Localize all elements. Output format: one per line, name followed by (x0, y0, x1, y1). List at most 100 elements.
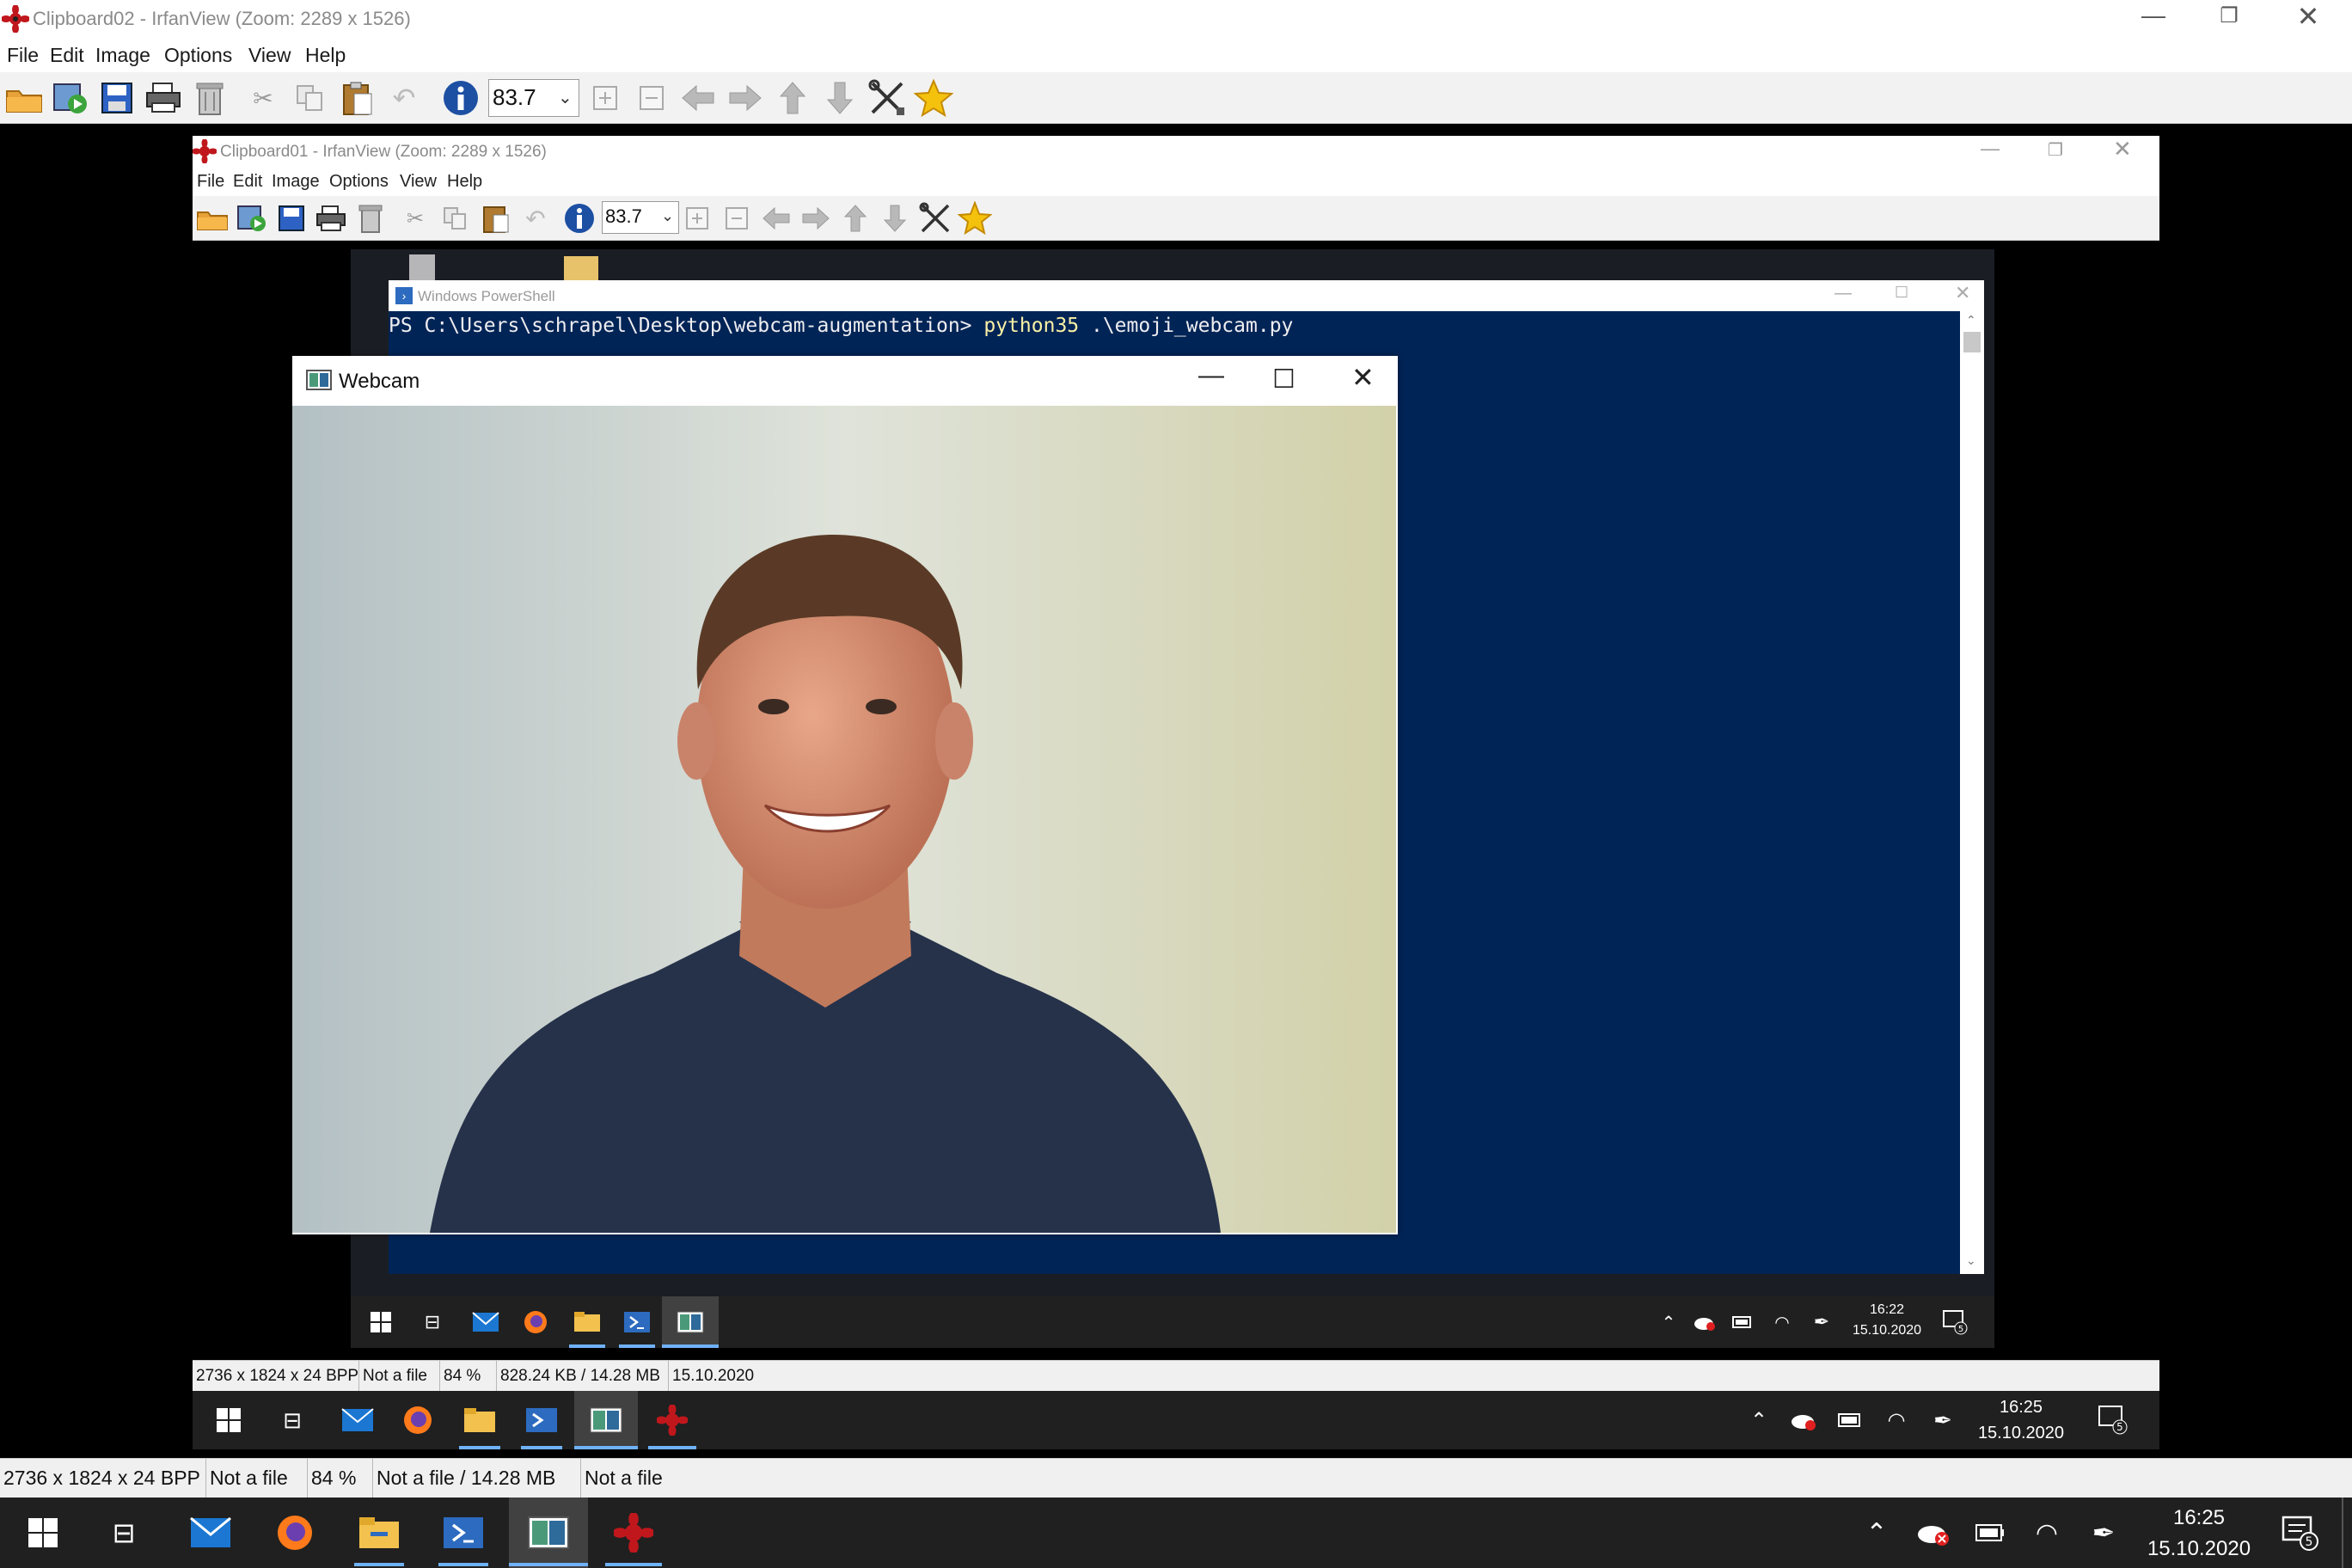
battery-icon[interactable] (1730, 1296, 1755, 1348)
menu-image[interactable]: Image (272, 172, 320, 192)
menu-view[interactable]: View (248, 44, 291, 67)
menu-edit[interactable]: Edit (50, 44, 84, 67)
menu-options[interactable]: Options (164, 44, 232, 67)
star-icon[interactable] (913, 77, 954, 119)
menu-help[interactable]: Help (305, 44, 346, 67)
powershell-taskbar-icon[interactable] (433, 1498, 493, 1568)
arrow-up-icon[interactable] (839, 201, 872, 236)
settings-tools-icon[interactable] (867, 77, 908, 119)
firefox-icon[interactable] (394, 1391, 442, 1449)
zoom-in-icon[interactable] (681, 201, 714, 236)
open-folder-icon[interactable] (194, 201, 230, 236)
arrow-left-icon[interactable] (679, 79, 717, 117)
zoom-in-icon[interactable] (586, 79, 624, 117)
undo-icon[interactable]: ↶ (385, 79, 423, 117)
print-icon[interactable] (143, 79, 184, 117)
irfanview-taskbar-icon[interactable] (600, 1498, 667, 1568)
mail-icon[interactable] (464, 1296, 507, 1348)
firefox-icon[interactable] (265, 1498, 325, 1568)
show-desktop-button[interactable] (2342, 1498, 2343, 1568)
irfanview-taskbar-icon[interactable] (645, 1391, 700, 1449)
chevron-up-icon[interactable]: ⌃ (1743, 1391, 1774, 1449)
pen-icon[interactable]: ✒ (2084, 1498, 2123, 1568)
battery-icon[interactable] (1834, 1391, 1865, 1449)
mail-icon[interactable] (181, 1498, 241, 1568)
arrow-right-icon[interactable] (726, 79, 764, 117)
open-folder-icon[interactable] (3, 79, 45, 117)
menu-view[interactable]: View (400, 172, 437, 192)
restore-button[interactable]: ❐ (2048, 139, 2063, 161)
pen-icon[interactable]: ✒ (1927, 1391, 1958, 1449)
zoom-combobox[interactable]: 83.7 ⌄ (488, 79, 579, 117)
save-icon[interactable] (96, 79, 138, 117)
webcam-taskbar-icon[interactable] (662, 1296, 719, 1348)
cut-icon[interactable]: ✂ (399, 201, 432, 236)
notifications-icon[interactable]: 5 (2275, 1498, 2326, 1568)
restore-button[interactable]: ❐ (2208, 3, 2251, 28)
star-icon[interactable] (956, 199, 994, 237)
menu-file[interactable]: File (7, 44, 39, 67)
onedrive-error-icon[interactable] (1788, 1391, 1819, 1449)
trash-icon[interactable] (189, 79, 230, 117)
file-explorer-icon[interactable] (349, 1498, 409, 1568)
chevron-up-icon[interactable]: ⌃ (1857, 1498, 1896, 1568)
info-icon[interactable] (440, 77, 481, 119)
minimize-button[interactable]: — (1198, 361, 1224, 390)
arrow-right-icon[interactable] (799, 201, 832, 236)
powershell-scrollbar[interactable]: ⌃ ⌄ (1960, 311, 1984, 1274)
zoom-out-icon[interactable] (633, 79, 671, 117)
taskbar-clock[interactable]: 16:25 15.10.2020 (1974, 1394, 2068, 1446)
arrow-down-icon[interactable] (879, 201, 911, 236)
webcam-taskbar-icon[interactable] (509, 1498, 588, 1568)
maximize-button[interactable]: ☐ (1272, 364, 1295, 395)
menu-options[interactable]: Options (329, 172, 389, 192)
menu-edit[interactable]: Edit (233, 172, 262, 192)
file-explorer-icon[interactable] (456, 1391, 504, 1449)
scrollbar-thumb[interactable] (1963, 332, 1981, 352)
maximize-button[interactable]: ☐ (1895, 284, 1908, 302)
chevron-up-icon[interactable]: ⌃ (1656, 1296, 1681, 1348)
arrow-up-icon[interactable] (774, 79, 812, 117)
minimize-button[interactable]: — (1834, 284, 1852, 303)
slideshow-icon[interactable] (234, 201, 270, 236)
powershell-taskbar-icon[interactable] (518, 1391, 566, 1449)
task-view-icon[interactable]: ⊟ (411, 1296, 454, 1348)
taskbar-clock[interactable]: 16:22 15.10.2020 (1848, 1300, 1926, 1341)
chevron-up-icon[interactable]: ⌃ (1966, 313, 1976, 328)
undo-icon[interactable]: ↶ (519, 201, 552, 236)
outer-titlebar[interactable]: Clipboard02 - IrfanView (Zoom: 2289 x 15… (0, 0, 2352, 40)
slideshow-icon[interactable] (50, 79, 91, 117)
minimize-button[interactable]: — (2132, 2, 2175, 29)
chevron-down-icon[interactable]: ⌄ (1966, 1253, 1976, 1268)
menu-file[interactable]: File (197, 172, 224, 192)
close-button[interactable]: ✕ (2287, 0, 2330, 33)
onedrive-error-icon[interactable] (1692, 1296, 1718, 1348)
minimize-button[interactable]: — (1981, 138, 2000, 160)
taskbar-clock[interactable]: 16:25 15.10.2020 (2139, 1503, 2259, 1565)
pen-icon[interactable]: ✒ (1809, 1296, 1834, 1348)
webcam-titlebar[interactable]: Webcam — ☐ ✕ (292, 356, 1398, 406)
arrow-down-icon[interactable] (821, 79, 859, 117)
windows-start-icon[interactable] (359, 1296, 402, 1348)
arrow-left-icon[interactable] (760, 201, 793, 236)
file-explorer-icon[interactable] (566, 1296, 609, 1348)
wifi-icon[interactable]: ◠ (2027, 1498, 2067, 1568)
trash-icon[interactable] (352, 201, 389, 236)
firefox-icon[interactable] (514, 1296, 557, 1348)
windows-start-icon[interactable] (15, 1498, 70, 1568)
wifi-icon[interactable]: ◠ (1881, 1391, 1912, 1449)
zoom-combobox[interactable]: 83.7 ⌄ (602, 201, 679, 234)
windows-start-icon[interactable] (205, 1391, 253, 1449)
save-icon[interactable] (273, 201, 309, 236)
webcam-taskbar-icon[interactable] (574, 1391, 638, 1449)
powershell-taskbar-icon[interactable] (616, 1296, 658, 1348)
menu-help[interactable]: Help (447, 172, 482, 192)
notifications-icon[interactable]: 5 (2092, 1391, 2134, 1449)
zoom-out-icon[interactable] (720, 201, 753, 236)
notifications-icon[interactable]: 5 (1938, 1296, 1972, 1348)
settings-tools-icon[interactable] (916, 199, 954, 237)
cut-icon[interactable]: ✂ (244, 79, 282, 117)
mail-icon[interactable] (334, 1391, 382, 1449)
close-button[interactable]: ✕ (1955, 282, 1970, 304)
info-icon[interactable] (560, 199, 598, 237)
